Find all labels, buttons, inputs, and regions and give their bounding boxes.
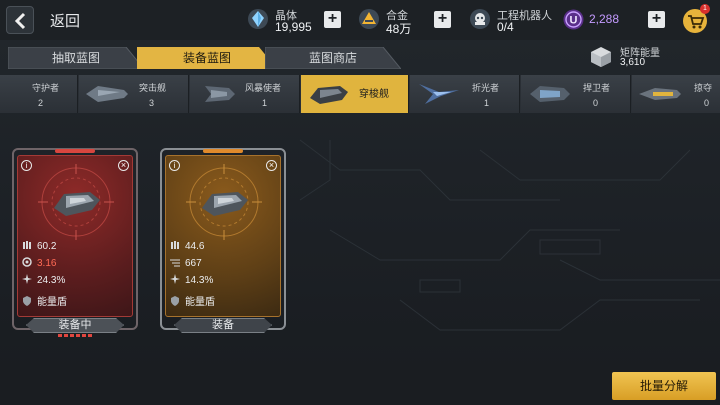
robot-value: 0/4 [497, 20, 514, 34]
burst-icon [170, 274, 180, 284]
info-icon[interactable]: i [21, 160, 32, 171]
equip-button[interactable]: 装备 [174, 318, 272, 333]
cart-badge: 1 [700, 4, 710, 14]
stat-rate-value: 667 [185, 258, 202, 269]
stat-rate-value: 3.16 [37, 258, 57, 269]
matrix-energy: 矩阵能量 3,610 [590, 44, 710, 70]
alloy-icon [359, 9, 379, 29]
shield-icon [23, 296, 31, 306]
stat-crit: 14.3% [170, 274, 213, 286]
stat-crit-value: 14.3% [185, 275, 214, 286]
u-currency-resource: 2,288 [589, 10, 639, 40]
robot-resource: 工程机器人 0/4 [497, 5, 557, 35]
shop-cart-button[interactable]: 1 [682, 4, 710, 34]
card-rarity-glow [55, 149, 95, 153]
ship-type-name: 捍卫者 [583, 83, 611, 93]
crystal-value: 19,995 [275, 20, 312, 34]
ship-type-selector: 守护者 2 突击舰 3 风暴使者 1 穿梭舰 折光者 1 捍卫者 0 掠夺 0 [0, 75, 720, 113]
top-bar: 返回 晶体 19,995 + 合金 48万 + 工程机器人 0/4 U 2,28… [0, 0, 720, 40]
tab-label: 装备蓝图 [182, 51, 231, 65]
alloy-value: 48万 [386, 22, 412, 36]
matrix-value: 3,610 [620, 57, 646, 68]
tab-draw-blueprint[interactable]: 抽取蓝图 [8, 47, 144, 69]
ship-type-defender[interactable]: 捍卫者 0 [521, 75, 631, 113]
stat-ability: 能量盾 [22, 293, 67, 308]
ship-type-guardian[interactable]: 守护者 2 [0, 75, 78, 113]
close-icon[interactable]: × [118, 160, 129, 171]
burst-icon [22, 274, 32, 284]
alloy-resource: 合金 48万 [386, 5, 426, 36]
assault-ship-icon [86, 86, 128, 102]
ship-type-raider[interactable]: 掠夺 0 [632, 75, 720, 113]
robot-icon [470, 9, 490, 29]
stat-attack-value: 60.2 [37, 241, 57, 252]
ship-type-name: 突击舰 [139, 83, 167, 93]
ship-type-count: 1 [484, 98, 490, 108]
blueprint-card-available[interactable]: i × 44.6 667 14.3% 能量盾 装备 [160, 148, 286, 333]
ship-type-shuttle[interactable]: 穿梭舰 [301, 75, 409, 113]
ship-type-count: 0 [593, 98, 599, 108]
shuttle-ship-icon [202, 192, 248, 216]
tab-blueprint-shop[interactable]: 蓝图商店 [265, 47, 401, 69]
ship-type-refractor[interactable]: 折光者 1 [410, 75, 520, 113]
gear-icon [22, 257, 32, 267]
add-alloy-button[interactable]: + [434, 11, 451, 28]
batch-dismantle-button[interactable]: 批量分解 [612, 372, 716, 400]
ammo-icon [23, 241, 31, 249]
ship-type-name: 折光者 [472, 83, 500, 93]
equipped-indicator [58, 334, 92, 337]
raider-ship-icon [639, 88, 681, 100]
ammo-icon [171, 241, 179, 249]
matrix-cube-icon [591, 47, 611, 67]
add-u-currency-button[interactable]: + [648, 11, 665, 28]
shuttle-ship-icon [310, 86, 348, 104]
ship-type-count: 2 [38, 98, 44, 108]
ship-type-name: 穿梭舰 [359, 89, 389, 100]
stat-crit: 24.3% [22, 274, 65, 286]
info-icon[interactable]: i [169, 160, 180, 171]
equipped-status-button[interactable]: 装备中 [26, 318, 124, 333]
ship-type-name: 守护者 [32, 83, 60, 93]
blueprint-card-equipped[interactable]: i × 60.2 3.16 24.3% 能量盾 装备中 [12, 148, 138, 337]
add-crystal-button[interactable]: + [324, 11, 341, 28]
u-currency-icon: U [563, 9, 584, 30]
chevron-left-icon [14, 12, 26, 30]
ship-type-name: 掠夺 [694, 83, 713, 93]
stat-crit-value: 24.3% [37, 275, 66, 286]
ship-type-stormbringer[interactable]: 风暴使者 1 [190, 75, 300, 113]
stat-ability: 能量盾 [170, 293, 215, 308]
tab-label: 蓝图商店 [308, 51, 357, 65]
stat-rate: 3.16 [22, 257, 56, 269]
tab-equip-blueprint[interactable]: 装备蓝图 [137, 47, 277, 69]
stat-attack: 60.2 [22, 240, 56, 252]
stormbringer-ship-icon [205, 86, 235, 102]
card-rarity-glow [203, 149, 243, 153]
svg-text:U: U [570, 15, 578, 27]
close-icon[interactable]: × [266, 160, 277, 171]
ship-type-count: 0 [704, 98, 710, 108]
defender-ship-icon [530, 86, 570, 102]
stat-attack-value: 44.6 [185, 241, 205, 252]
crystal-resource: 晶体 19,995 [275, 5, 325, 35]
crystal-icon [248, 9, 268, 29]
stat-rate: 667 [170, 257, 202, 269]
tab-label: 抽取蓝图 [51, 51, 100, 65]
stat-attack: 44.6 [170, 240, 204, 252]
ship-type-count: 3 [149, 98, 155, 108]
stat-ability-value: 能量盾 [185, 297, 215, 308]
ship-type-name: 风暴使者 [245, 83, 282, 93]
stat-ability-value: 能量盾 [37, 297, 67, 308]
refractor-ship-icon [419, 84, 459, 104]
u-currency-value: 2,288 [589, 12, 620, 26]
shuttle-ship-icon [54, 192, 100, 216]
ship-type-assault[interactable]: 突击舰 3 [79, 75, 189, 113]
ship-type-count: 1 [262, 98, 268, 108]
back-button[interactable] [6, 6, 34, 34]
shield-icon [171, 296, 179, 306]
back-label: 返回 [50, 13, 81, 30]
speed-lines-icon [170, 259, 180, 267]
